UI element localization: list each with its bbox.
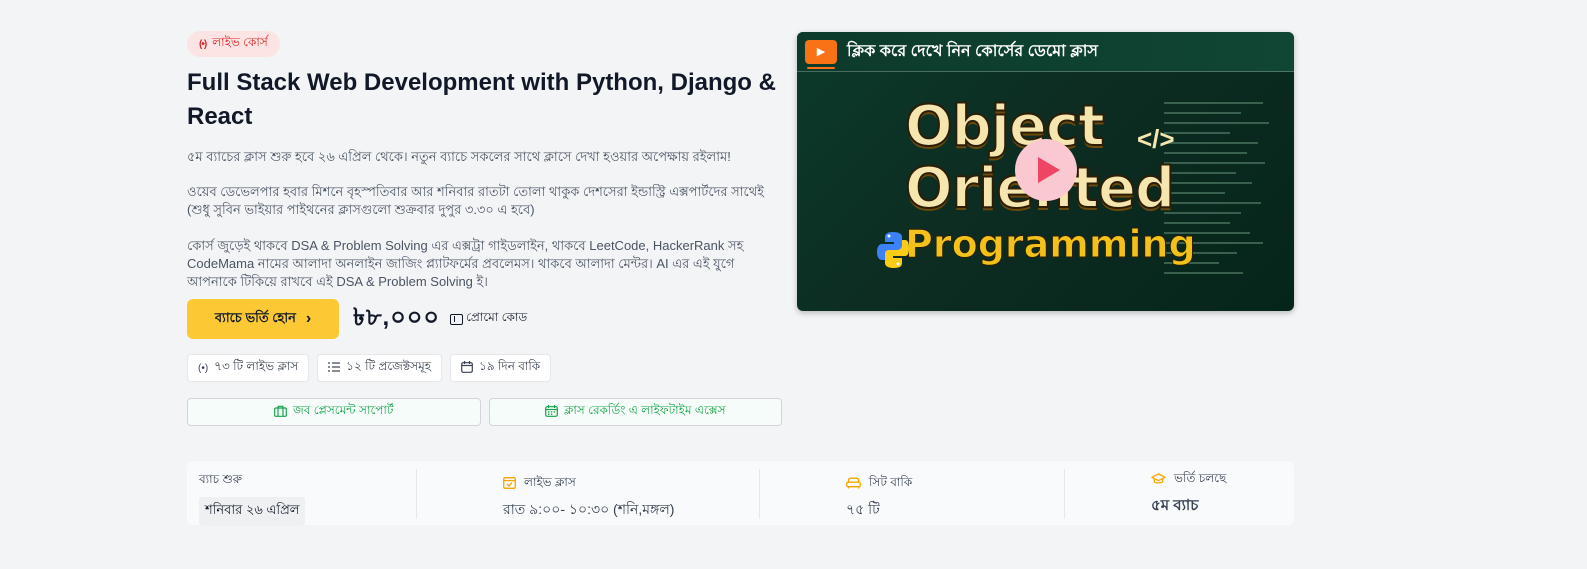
course-description-3: কোর্স জুড়েই থাকবে DSA & Problem Solving… — [187, 238, 744, 289]
video-caption-bar: ▶ ক্লিক করে দেখে নিন কোর্সের ডেমো ক্লাস — [797, 32, 1294, 72]
batch-start-label: ব্যাচ শুরু — [199, 472, 242, 486]
sofa-icon — [846, 477, 861, 492]
python-logo-icon — [877, 232, 909, 268]
live-broadcast-icon: (•) — [198, 362, 209, 374]
live-course-badge: (•) লাইভ কোর্স — [187, 31, 280, 57]
live-broadcast-icon: (•) — [199, 38, 207, 50]
chip-projects: ১২ টি প্রজেক্টসমূহ — [317, 354, 443, 382]
chip-live-classes: (•) ৭৩ টি লাইভ ক্লাস — [187, 354, 310, 382]
course-info-panel: (•) লাইভ কোর্স Full Stack Web Developmen… — [187, 31, 782, 426]
admission-cell: ভর্তি চলছে ৫ম ব্যাচ — [1151, 470, 1226, 519]
batch-start-value: শনিবার ২৬ এপ্রিল — [199, 497, 306, 526]
briefcase-icon — [274, 405, 287, 420]
feature-label: জব প্লেসমেন্ট সাপোর্ট — [293, 403, 394, 417]
enroll-button[interactable]: ব্যাচে ভর্তি হোন › — [187, 299, 339, 339]
seats-cell: সিট বাকি ৭৫ টি — [846, 474, 912, 522]
promo-code-link[interactable]: প্রোমো কোড — [450, 309, 527, 329]
play-button[interactable] — [1015, 139, 1077, 201]
course-description-2: ওয়েব ডেভেলপার হবার মিশনে বৃহস্পতিবার আর… — [187, 184, 764, 217]
thumbnail-title-line-1: Object — [904, 93, 1106, 160]
live-class-value: রাত ৯:০০- ১০:৩০ (শনি,মঙ্গল) — [503, 501, 675, 517]
promo-code-label: প্রোমো কোড — [466, 310, 528, 324]
feature-lifetime-access: ক্লাস রেকর্ডিং এ লাইফটাইম এক্সেস — [488, 398, 782, 426]
video-caption: ক্লিক করে দেখে নিন কোর্সের ডেমো ক্লাস — [847, 43, 1098, 60]
play-icon — [1037, 157, 1060, 183]
course-description-1: ৫ম ব্যাচের ক্লাস শুরু হবে ২৬ এপ্রিল থেকে… — [187, 149, 731, 164]
graduation-cap-icon — [1151, 472, 1166, 488]
live-class-label: লাইভ ক্লাস — [524, 475, 576, 489]
divider — [416, 469, 417, 519]
divider — [759, 469, 760, 519]
batch-info-bar: ব্যাচ শুরু শনিবার ২৬ এপ্রিল লাইভ ক্লাস র… — [187, 461, 1294, 526]
code-tag-icon: </> — [1137, 124, 1175, 154]
demo-video-player[interactable]: ▶ ক্লিক করে দেখে নিন কোর্সের ডেমো ক্লাস … — [797, 32, 1294, 311]
live-class-label-row: লাইভ ক্লাস — [503, 474, 674, 494]
calendar-icon — [461, 360, 473, 376]
seats-label-row: সিট বাকি — [846, 474, 912, 494]
chip-label: ৭৩ টি লাইভ ক্লাস — [214, 359, 299, 373]
ticket-icon — [450, 313, 464, 325]
calendar-icon — [503, 476, 516, 492]
live-course-badge-label: লাইভ কোর্স — [212, 35, 268, 49]
feature-label: ক্লাস রেকর্ডিং এ লাইফটাইম এক্সেস — [563, 403, 726, 417]
divider — [1064, 469, 1065, 519]
seats-label: সিট বাকি — [869, 475, 913, 489]
enroll-button-label: ব্যাচে ভর্তি হোন — [214, 309, 296, 325]
chip-days-left: ১৯ দিন বাকি — [450, 354, 552, 382]
feature-job-placement: জব প্লেসমেন্ট সাপোর্ট — [187, 398, 481, 426]
list-icon — [328, 361, 341, 375]
live-class-cell: লাইভ ক্লাস রাত ৯:০০- ১০:৩০ (শনি,মঙ্গল) — [503, 474, 674, 522]
chevron-right-icon: › — [305, 310, 312, 327]
admission-value: ৫ম ব্যাচ — [1151, 497, 1199, 514]
calendar-icon — [545, 404, 558, 420]
chip-label: ১২ টি প্রজেক্টসমূহ — [346, 359, 432, 373]
seats-value: ৭৫ টি — [846, 501, 880, 517]
batch-start-cell: ব্যাচ শুরু শনিবার ২৬ এপ্রিল — [199, 471, 306, 526]
thumbnail-title-line-3: Programming — [905, 222, 1197, 267]
enroll-row: ব্যাচে ভর্তি হোন › ৳৮,০০০ প্রোমো কোড — [187, 299, 782, 339]
chip-label: ১৯ দিন বাকি — [479, 359, 541, 373]
admission-label: ভর্তি চলছে — [1174, 471, 1227, 485]
course-title: Full Stack Web Development with Python, … — [187, 69, 776, 130]
video-play-icon: ▶ — [805, 39, 837, 69]
course-stats: (•) ৭৩ টি লাইভ ক্লাস ১২ টি প্রজেক্টসমূহ … — [187, 354, 782, 382]
course-features: জব প্লেসমেন্ট সাপোর্ট ক্লাস রেকর্ডিং এ ল… — [187, 398, 782, 426]
admission-label-row: ভর্তি চলছে — [1151, 470, 1226, 490]
course-price: ৳৮,০০০ — [353, 304, 441, 331]
